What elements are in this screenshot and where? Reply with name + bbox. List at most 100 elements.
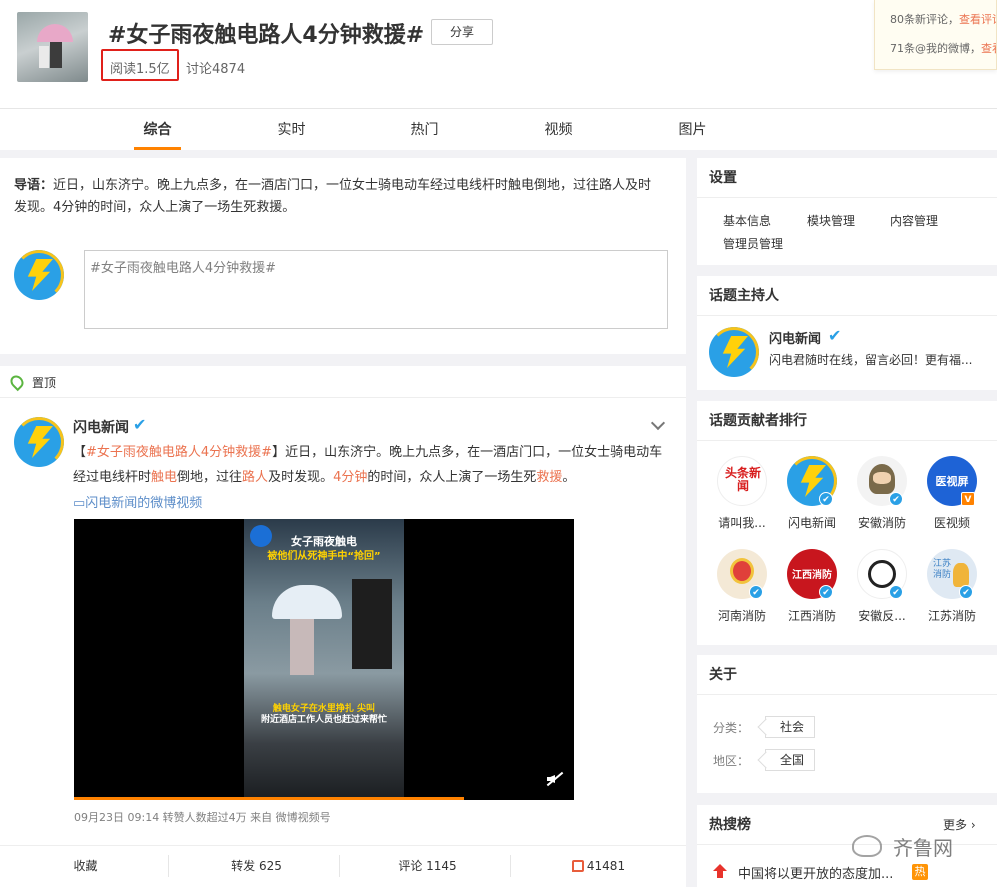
verified-icon: ✔: [828, 326, 842, 345]
settings-content-manage[interactable]: 内容管理: [890, 212, 938, 229]
notification-popup: 80条新评论，查看评论 71条@我的微博，查看@我: [874, 0, 997, 70]
chevron-down-icon[interactable]: [650, 415, 666, 431]
contributor-name: 安徽反...: [858, 609, 906, 623]
share-button[interactable]: 分享: [431, 19, 493, 45]
tab-realtime[interactable]: 实时: [268, 109, 315, 151]
compose-placeholder: #女子雨夜触电路人4分钟救援#: [90, 261, 277, 276]
contributor-name: 安徽消防: [857, 516, 906, 530]
contributor-logo: 江西消防: [792, 570, 832, 581]
favorite-button[interactable]: 收藏: [0, 846, 171, 887]
verified-icon: ✔: [749, 585, 763, 599]
read-count: 阅读1.5亿: [110, 62, 170, 77]
more-label: 更多: [943, 818, 968, 832]
category-value: 社会: [780, 720, 805, 734]
settings-basic-info[interactable]: 基本信息: [723, 212, 771, 229]
compose-box[interactable]: #女子雨夜触电路人4分钟救援#: [84, 250, 668, 329]
umbrella-shape: [37, 24, 73, 42]
post-hashtag-link[interactable]: #女子雨夜触电路人4分钟救援#: [86, 445, 272, 460]
video-subtitle: 附近酒店工作人员也赶过来帮忙: [260, 715, 387, 725]
pinned-header: 置顶: [0, 366, 686, 398]
contributor-item[interactable]: 江苏消防 ✔ 江苏消防: [921, 549, 983, 624]
keyword-highlight[interactable]: 救援: [536, 470, 562, 485]
keyword-highlight[interactable]: 触电: [151, 470, 177, 485]
tab-video[interactable]: 视频: [535, 109, 582, 151]
view-mentions-link[interactable]: 查看@我: [981, 42, 996, 55]
about-title: 关于: [709, 667, 737, 683]
like-button[interactable]: 41481: [513, 846, 684, 887]
settings-admin-manage[interactable]: 管理员管理: [723, 235, 783, 252]
contributor-item[interactable]: 医视屏 V 医视频: [921, 456, 983, 531]
video-frame: 女子雨夜触电 被他们从死神手中“抢回” 触电女子在水里挣扎 尖叫 附近酒店工作人…: [244, 519, 404, 800]
mentions-text: 71条@我的微博，: [890, 42, 981, 55]
contributor-item[interactable]: ✔ 安徽反...: [851, 549, 913, 624]
contributor-logo: 江苏消防: [933, 559, 952, 580]
category-tag[interactable]: 社会: [765, 716, 816, 738]
topic-title: #女子雨夜触电路人4分钟救援#: [108, 23, 425, 48]
post-text-segment: 及时发现。: [268, 470, 334, 485]
host-avatar[interactable]: [709, 327, 759, 377]
video-caption: 被他们从死神手中“抢回”: [267, 551, 381, 562]
region-tag[interactable]: 全国: [765, 749, 816, 771]
user-avatar[interactable]: [14, 250, 64, 300]
tab-images[interactable]: 图片: [669, 109, 716, 151]
contributor-item[interactable]: ✔ 河南消防: [711, 549, 773, 624]
like-count: 41481: [586, 859, 626, 873]
verified-icon: ✔: [819, 492, 833, 506]
hot-search-more-link[interactable]: 更多 ›: [943, 816, 976, 833]
intro-text: 导语：近日，山东济宁。晚上九点多，在一酒店门口，一位女士骑电动车经过电线杆时触电…: [14, 175, 660, 219]
hot-search-title: 热搜榜: [709, 817, 751, 833]
feed-panel: 置顶 闪电新闻 ✔ 【#女子雨夜触电路人4分钟救援#】近日，山东济宁。晚上九点多…: [0, 366, 686, 887]
contributor-item[interactable]: ✔ 闪电新闻: [781, 456, 843, 531]
person-shape: [290, 619, 314, 675]
discussion-count: 讨论4874: [186, 62, 246, 77]
contributor-name: 请叫我...: [718, 516, 766, 530]
contributors-title: 话题贡献者排行: [709, 413, 807, 429]
topic-thumbnail[interactable]: [17, 12, 88, 82]
divider: [339, 855, 340, 877]
video-player[interactable]: 女子雨夜触电 被他们从死神手中“抢回” 触电女子在水里挣扎 尖叫 附近酒店工作人…: [74, 519, 574, 800]
contributor-item[interactable]: 江西消防 ✔ 江西消防: [781, 549, 843, 624]
intro-panel: 导语：近日，山东济宁。晚上九点多，在一酒店门口，一位女士骑电动车经过电线杆时触电…: [0, 158, 686, 354]
chevron-right-icon: ›: [970, 818, 976, 832]
contributors-panel: 话题贡献者排行 头条新闻 请叫我... ✔ 闪电新闻 ✔ 安徽消防 医视屏 V …: [697, 401, 997, 645]
intro-prefix: 导语：: [14, 178, 54, 193]
topic-header: #女子雨夜触电路人4分钟救援# 分享 阅读1.5亿 讨论4874 80条新评论，…: [0, 0, 997, 108]
post-meta: 09月23日 09:14 转赞人数超过4万 来自 微博视频号: [74, 811, 331, 824]
settings-module-manage[interactable]: 模块管理: [807, 212, 855, 229]
tab-hot[interactable]: 热门: [401, 109, 448, 151]
video-link-label: 闪电新闻的微博视频: [85, 496, 203, 511]
pinned-label: 置顶: [32, 376, 57, 390]
umbrella-shape: [272, 585, 342, 619]
divider: [510, 855, 511, 877]
bracket: 【: [73, 445, 87, 460]
hot-search-item[interactable]: 中国将以更开放的态度加...: [738, 863, 893, 882]
host-name[interactable]: 闪电新闻: [769, 328, 821, 347]
post-text-segment: 。: [562, 470, 576, 485]
active-tab-indicator: [134, 147, 181, 150]
contributor-name: 医视频: [933, 516, 970, 530]
comment-button[interactable]: 评论 1145: [342, 846, 513, 887]
host-description: 闪电君随时在线，留言必回！更有福...: [769, 353, 973, 367]
keyword-highlight[interactable]: 4分钟: [333, 470, 367, 485]
figure-shape: [39, 46, 49, 68]
repost-button[interactable]: 转发 625: [171, 846, 342, 887]
intro-body: 近日，山东济宁。晚上九点多，在一酒店门口，一位女士骑电动车经过电线杆时触电倒地，…: [14, 178, 652, 215]
post-author-avatar[interactable]: [14, 417, 64, 467]
category-label: 分类：: [713, 721, 750, 735]
contributor-logo: 医视屏: [935, 475, 969, 488]
video-progress-bar[interactable]: [74, 797, 464, 800]
post-author-name[interactable]: 闪电新闻: [73, 417, 129, 437]
keyword-highlight[interactable]: 路人: [242, 470, 268, 485]
verified-icon: ✔: [959, 585, 973, 599]
verified-icon: ✔: [889, 585, 903, 599]
view-comments-link[interactable]: 查看评论: [959, 13, 996, 26]
bracket: 】: [272, 445, 286, 460]
contributor-item[interactable]: ✔ 安徽消防: [851, 456, 913, 531]
emblem-shape: [868, 560, 896, 588]
video-link[interactable]: ▭闪电新闻的微博视频: [73, 492, 202, 511]
verified-icon: ✔: [819, 585, 833, 599]
mute-icon[interactable]: [546, 771, 564, 787]
new-comments-text: 80条新评论，: [890, 13, 959, 26]
tab-overview[interactable]: 综合: [134, 109, 181, 151]
contributor-item[interactable]: 头条新闻 请叫我...: [711, 456, 773, 531]
